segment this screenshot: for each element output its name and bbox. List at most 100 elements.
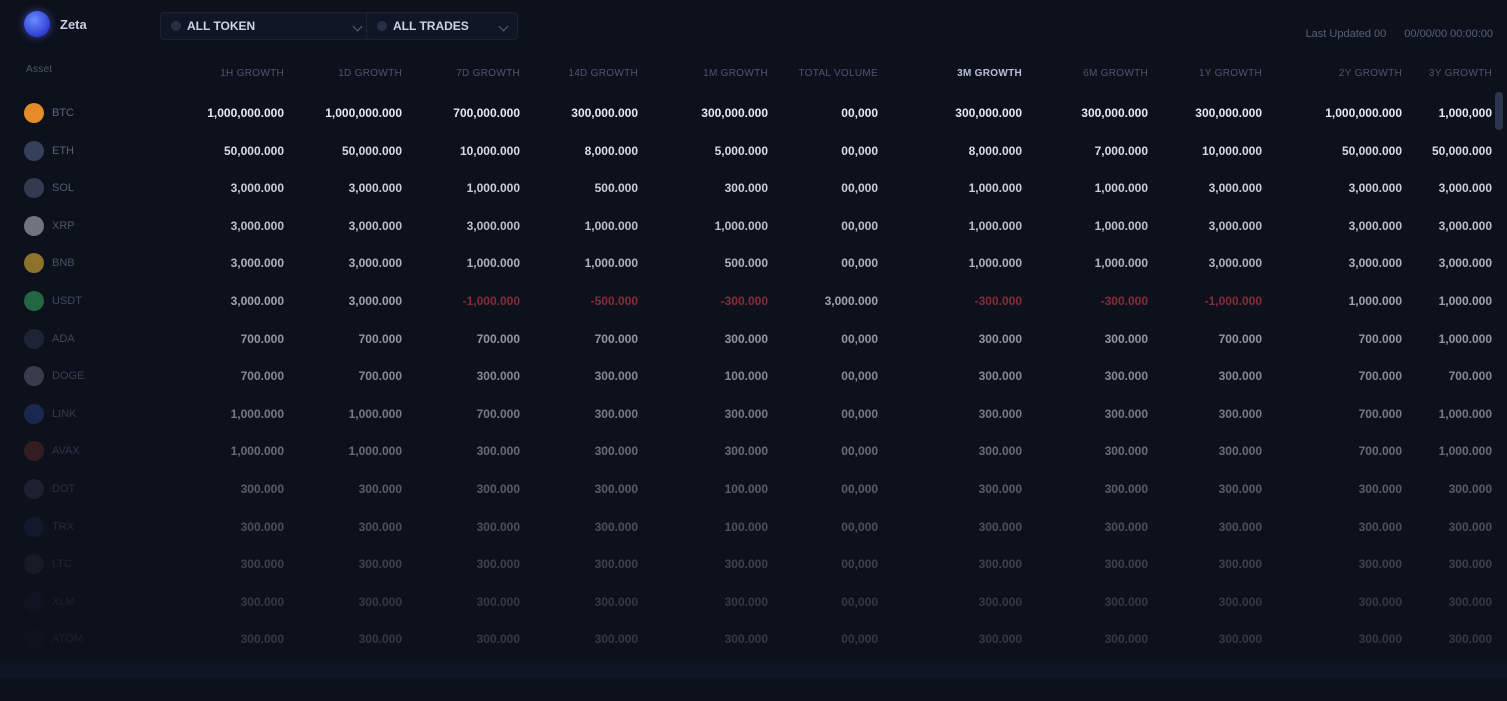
trades-filter-dropdown[interactable]: ALL TRADES bbox=[366, 12, 518, 40]
column-header-6[interactable]: TOTAL VOLUME bbox=[798, 68, 878, 79]
table-row[interactable]: XRP 3,000.000 3,000.000 3,000.000 1,000.000 1… bbox=[0, 209, 1507, 247]
value-cell: 100.000 bbox=[724, 482, 768, 496]
table-row[interactable]: TRX 300.000 300.000 300.000 300.000 100.000 00… bbox=[0, 510, 1507, 548]
asset-symbol: USDT bbox=[52, 295, 82, 307]
asset-cell: ADA bbox=[24, 328, 75, 349]
asset-cell: BNB bbox=[24, 253, 75, 274]
value-cell: 300.000 bbox=[594, 369, 638, 384]
asset-cell: DOGE bbox=[24, 366, 84, 387]
coin-icon bbox=[24, 554, 44, 575]
value-cell: 3,000.000 bbox=[348, 181, 402, 196]
value-cell: 00,000 bbox=[841, 557, 878, 572]
value-cell: 7,000.000 bbox=[1094, 143, 1148, 158]
table-row[interactable]: SOL 3,000.000 3,000.000 1,000.000 500.000 300… bbox=[0, 171, 1507, 209]
token-filter-dropdown[interactable]: ALL TOKEN bbox=[160, 12, 372, 40]
column-header-2[interactable]: 1D GROWTH bbox=[338, 68, 402, 79]
value-cell: 300,000.000 bbox=[701, 106, 768, 120]
table-row[interactable]: LTC 300.000 300.000 300.000 300.000 300.000 00… bbox=[0, 547, 1507, 585]
value-cell: 300.000 bbox=[1448, 482, 1492, 496]
column-header-8[interactable]: 6M GROWTH bbox=[1083, 68, 1148, 79]
value-cell: 3,000.000 bbox=[348, 218, 402, 233]
asset-cell: AVAX bbox=[24, 441, 80, 462]
table-row[interactable]: AVAX 1,000.000 1,000.000 300.000 300.000 300.… bbox=[0, 434, 1507, 472]
table-row[interactable]: ETH 50,000.000 50,000.000 10,000.000 8,000.0… bbox=[0, 134, 1507, 172]
value-cell: 300.000 bbox=[240, 632, 284, 647]
table-row[interactable]: DOT 300.000 300.000 300.000 300.000 100.000 00… bbox=[0, 472, 1507, 510]
horizontal-scrollbar[interactable] bbox=[1495, 92, 1503, 130]
value-cell: 700.000 bbox=[476, 331, 520, 346]
value-cell: 300.000 bbox=[594, 594, 638, 609]
value-cell: 300.000 bbox=[724, 632, 768, 647]
brand[interactable]: Zeta bbox=[24, 11, 87, 37]
value-cell: 1,000.000 bbox=[584, 256, 638, 271]
asset-cell: LINK bbox=[24, 403, 76, 424]
column-header-11[interactable]: 3Y GROWTH bbox=[1429, 68, 1492, 79]
value-cell: 300,000.000 bbox=[1081, 106, 1148, 120]
value-cell: 300.000 bbox=[978, 632, 1022, 647]
value-cell: 3,000.000 bbox=[824, 294, 878, 308]
table-row[interactable]: BNB 3,000.000 3,000.000 1,000.000 1,000.000 5… bbox=[0, 246, 1507, 284]
value-cell: 300.000 bbox=[724, 406, 768, 421]
value-cell: 300.000 bbox=[476, 557, 520, 572]
value-cell: 3,000.000 bbox=[466, 218, 520, 233]
value-cell: 00,000 bbox=[841, 106, 878, 120]
value-cell: 1,000.000 bbox=[1348, 294, 1402, 308]
value-cell: 300.000 bbox=[1218, 369, 1262, 384]
value-cell: -300.000 bbox=[720, 294, 768, 308]
value-cell: 300.000 bbox=[476, 369, 520, 384]
token-filter-label: ALL TOKEN bbox=[187, 19, 256, 33]
value-cell: 00,000 bbox=[841, 406, 878, 421]
last-updated-time: 00/00/00 00:00:00 bbox=[1404, 28, 1493, 40]
coin-icon bbox=[24, 291, 44, 311]
value-cell: 3,000.000 bbox=[1208, 256, 1262, 271]
column-header-7[interactable]: 3M GROWTH bbox=[957, 68, 1022, 79]
column-header-3[interactable]: 7D GROWTH bbox=[456, 68, 520, 79]
table-row[interactable]: XLM 300.000 300.000 300.000 300.000 300.000 00… bbox=[0, 585, 1507, 623]
table-row[interactable]: ADA 700.000 700.000 700.000 700.000 300.000 00… bbox=[0, 322, 1507, 360]
value-cell: 50,000.000 bbox=[1341, 143, 1402, 158]
column-header-4[interactable]: 14D GROWTH bbox=[568, 68, 638, 79]
table-row[interactable]: USDT 3,000.000 3,000.000 -1,000.000 -500.000… bbox=[0, 284, 1507, 322]
coin-icon bbox=[24, 328, 44, 349]
value-cell: 700.000 bbox=[1358, 406, 1402, 421]
table-row[interactable]: ATOM 300.000 300.000 300.000 300.000 300.000 0… bbox=[0, 622, 1507, 660]
coin-icon bbox=[24, 215, 44, 236]
value-cell: 300.000 bbox=[1358, 594, 1402, 609]
value-cell: 300.000 bbox=[978, 331, 1022, 346]
column-header-5[interactable]: 1M GROWTH bbox=[703, 68, 768, 79]
value-cell: 1,000.000 bbox=[230, 406, 284, 421]
value-cell: 3,000.000 bbox=[1438, 218, 1492, 233]
value-cell: 1,000.000 bbox=[466, 256, 520, 271]
value-cell: 700.000 bbox=[1358, 331, 1402, 346]
column-header-9[interactable]: 1Y GROWTH bbox=[1199, 68, 1262, 79]
value-cell: 500.000 bbox=[724, 256, 768, 271]
value-cell: 300.000 bbox=[594, 444, 638, 459]
coin-icon bbox=[24, 140, 44, 161]
value-cell: 3,000.000 bbox=[1348, 218, 1402, 233]
value-cell: 300.000 bbox=[1218, 632, 1262, 647]
asset-cell: LTC bbox=[24, 554, 72, 575]
value-cell: 300.000 bbox=[1104, 557, 1148, 572]
value-cell: 700.000 bbox=[1358, 369, 1402, 384]
brand-logo-icon bbox=[24, 11, 50, 37]
table-row[interactable]: LINK 1,000.000 1,000.000 700.000 300.000 300.… bbox=[0, 397, 1507, 435]
column-header-10[interactable]: 2Y GROWTH bbox=[1339, 68, 1402, 79]
value-cell: 00,000 bbox=[841, 143, 878, 158]
value-cell: 300.000 bbox=[1218, 406, 1262, 421]
asset-cell: XLM bbox=[24, 591, 75, 612]
table-row[interactable]: DOGE 700.000 700.000 300.000 300.000 100.000 0… bbox=[0, 359, 1507, 397]
column-header-asset[interactable]: Asset bbox=[26, 64, 53, 75]
column-header-1[interactable]: 1H GROWTH bbox=[220, 68, 284, 79]
asset-symbol: XLM bbox=[52, 595, 75, 608]
value-cell: 1,000.000 bbox=[348, 444, 402, 459]
value-cell: 100.000 bbox=[724, 519, 768, 534]
value-cell: 1,000.000 bbox=[348, 406, 402, 421]
value-cell: 300.000 bbox=[1358, 632, 1402, 647]
value-cell: 8,000.000 bbox=[968, 143, 1022, 158]
value-cell: 1,000,000.000 bbox=[207, 106, 284, 120]
value-cell: 3,000.000 bbox=[1208, 181, 1262, 196]
table-row[interactable]: BTC 1,000,000.000 1,000,000.000 700,000.000… bbox=[0, 96, 1507, 134]
value-cell: 300.000 bbox=[1358, 557, 1402, 572]
coin-icon bbox=[24, 629, 44, 650]
value-cell: 300.000 bbox=[476, 594, 520, 609]
